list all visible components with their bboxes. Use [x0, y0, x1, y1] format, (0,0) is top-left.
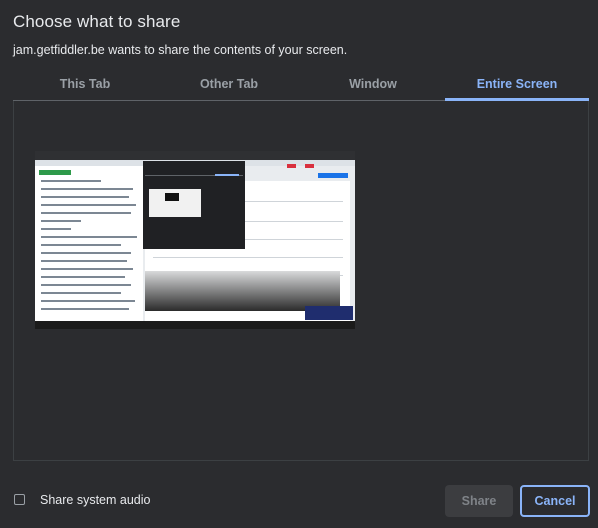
thumbnail-row	[41, 244, 121, 246]
share-system-audio-label: Share system audio	[40, 493, 151, 507]
thumbnail-video-area	[145, 271, 340, 311]
thumbnail-blue-button	[318, 173, 348, 178]
share-system-audio-checkbox[interactable]	[14, 494, 25, 505]
thumbnail-browser-tabbar	[35, 151, 355, 160]
tab-other-tab[interactable]: Other Tab	[157, 70, 301, 100]
tab-entire-screen[interactable]: Entire Screen	[445, 70, 589, 101]
share-screen-dialog: Choose what to share jam.getfiddler.be w…	[0, 0, 598, 528]
dialog-title: Choose what to share	[13, 12, 181, 31]
thumbnail-row	[41, 236, 137, 238]
thumbnail-row	[41, 252, 131, 254]
thumbnail-taskbar	[35, 321, 355, 329]
thumbnail-line	[153, 257, 343, 258]
tab-window[interactable]: Window	[301, 70, 445, 100]
thumbnail-row	[41, 260, 127, 262]
share-source-tabs: This Tab Other Tab Window Entire Screen	[13, 70, 589, 101]
thumbnail-row	[41, 196, 129, 198]
thumbnail-row	[41, 292, 121, 294]
thumbnail-row	[41, 180, 101, 182]
tab-this-tab[interactable]: This Tab	[13, 70, 157, 100]
thumbnail-nested-dialog	[143, 161, 245, 249]
thumbnail-row	[41, 188, 133, 190]
thumbnail-left-pane	[35, 166, 143, 321]
thumbnail-row	[41, 308, 129, 310]
source-preview-panel	[13, 101, 589, 461]
thumbnail-row	[41, 268, 133, 270]
thumbnail-row	[41, 228, 71, 230]
thumbnail-red-button	[287, 164, 296, 168]
dialog-subtitle: jam.getfiddler.be wants to share the con…	[13, 43, 348, 57]
thumbnail-nested-tab-indicator	[215, 174, 239, 176]
thumbnail-notification	[305, 306, 353, 320]
thumbnail-red-button	[305, 164, 314, 168]
cancel-button[interactable]: Cancel	[520, 485, 590, 517]
thumbnail-row	[41, 220, 81, 222]
thumbnail-green-badge	[39, 170, 71, 175]
thumbnail-nested-block	[165, 193, 179, 201]
thumbnail-row	[41, 300, 135, 302]
thumbnail-row	[41, 212, 131, 214]
thumbnail-row	[41, 204, 136, 206]
screen-thumbnail[interactable]	[35, 151, 355, 329]
thumbnail-row	[41, 284, 131, 286]
thumbnail-row	[41, 276, 125, 278]
share-button[interactable]: Share	[445, 485, 513, 517]
